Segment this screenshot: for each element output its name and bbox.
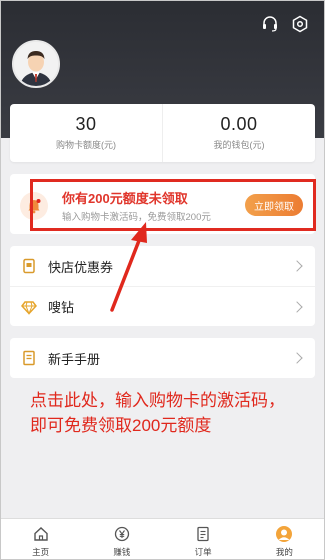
card-credit-value: 30: [75, 114, 97, 134]
highlight-box: [30, 179, 316, 231]
manual-icon: [20, 349, 38, 367]
card-credit-label: 购物卡额度(元): [56, 140, 116, 150]
tab-label-profile: 我的: [275, 547, 293, 557]
menu-item-diamond[interactable]: 嗖钻: [10, 286, 315, 326]
wallet-value: 0.00: [220, 114, 258, 134]
menu-group-secondary: 新手手册: [10, 338, 315, 378]
stats-card: 30 购物卡额度(元) 0.00 我的钱包(元): [10, 104, 315, 162]
tab-label-earn: 赚钱: [113, 547, 131, 557]
menu-label-manual: 新手手册: [48, 351, 101, 367]
avatar[interactable]: [12, 40, 60, 88]
order-icon: [194, 525, 212, 543]
wallet-label: 我的钱包(元): [213, 140, 265, 150]
tab-profile[interactable]: 我的: [244, 519, 325, 560]
settings-icon[interactable]: [290, 14, 310, 34]
wallet-stat[interactable]: 0.00 我的钱包(元): [162, 104, 315, 162]
home-icon: [32, 525, 50, 543]
tab-label-orders: 订单: [194, 547, 212, 557]
chevron-right-icon: [291, 352, 303, 364]
menu-item-manual[interactable]: 新手手册: [10, 338, 315, 378]
chevron-right-icon: [291, 300, 303, 313]
menu-label-diamond: 嗖钻: [48, 300, 75, 315]
card-credit-stat[interactable]: 30 购物卡额度(元): [10, 104, 162, 162]
diamond-icon: [20, 298, 38, 316]
chevron-right-icon: [291, 260, 303, 272]
menu-group-primary: 快店优惠券 嗖钻: [10, 246, 315, 326]
coupon-icon: [20, 257, 38, 275]
instruction-annotation: 点击此处，输入购物卡的激活码，即可免费领取200元额度: [30, 391, 285, 435]
profile-icon: [275, 525, 293, 543]
tab-label-home: 主页: [32, 547, 50, 557]
menu-item-coupons[interactable]: 快店优惠券: [10, 246, 315, 286]
tab-home[interactable]: 主页: [0, 519, 81, 560]
bottom-tab-bar: 主页 赚钱 订单 我的: [0, 518, 325, 560]
tab-orders[interactable]: 订单: [163, 519, 244, 560]
headset-icon[interactable]: [260, 14, 280, 34]
yen-icon: [113, 525, 131, 543]
tab-earn[interactable]: 赚钱: [81, 519, 162, 560]
promo-banner[interactable]: 你有200元额度未领取 输入购物卡激活码，免费领取200元 立即领取: [10, 174, 316, 234]
menu-label-coupons: 快店优惠券: [48, 259, 114, 275]
